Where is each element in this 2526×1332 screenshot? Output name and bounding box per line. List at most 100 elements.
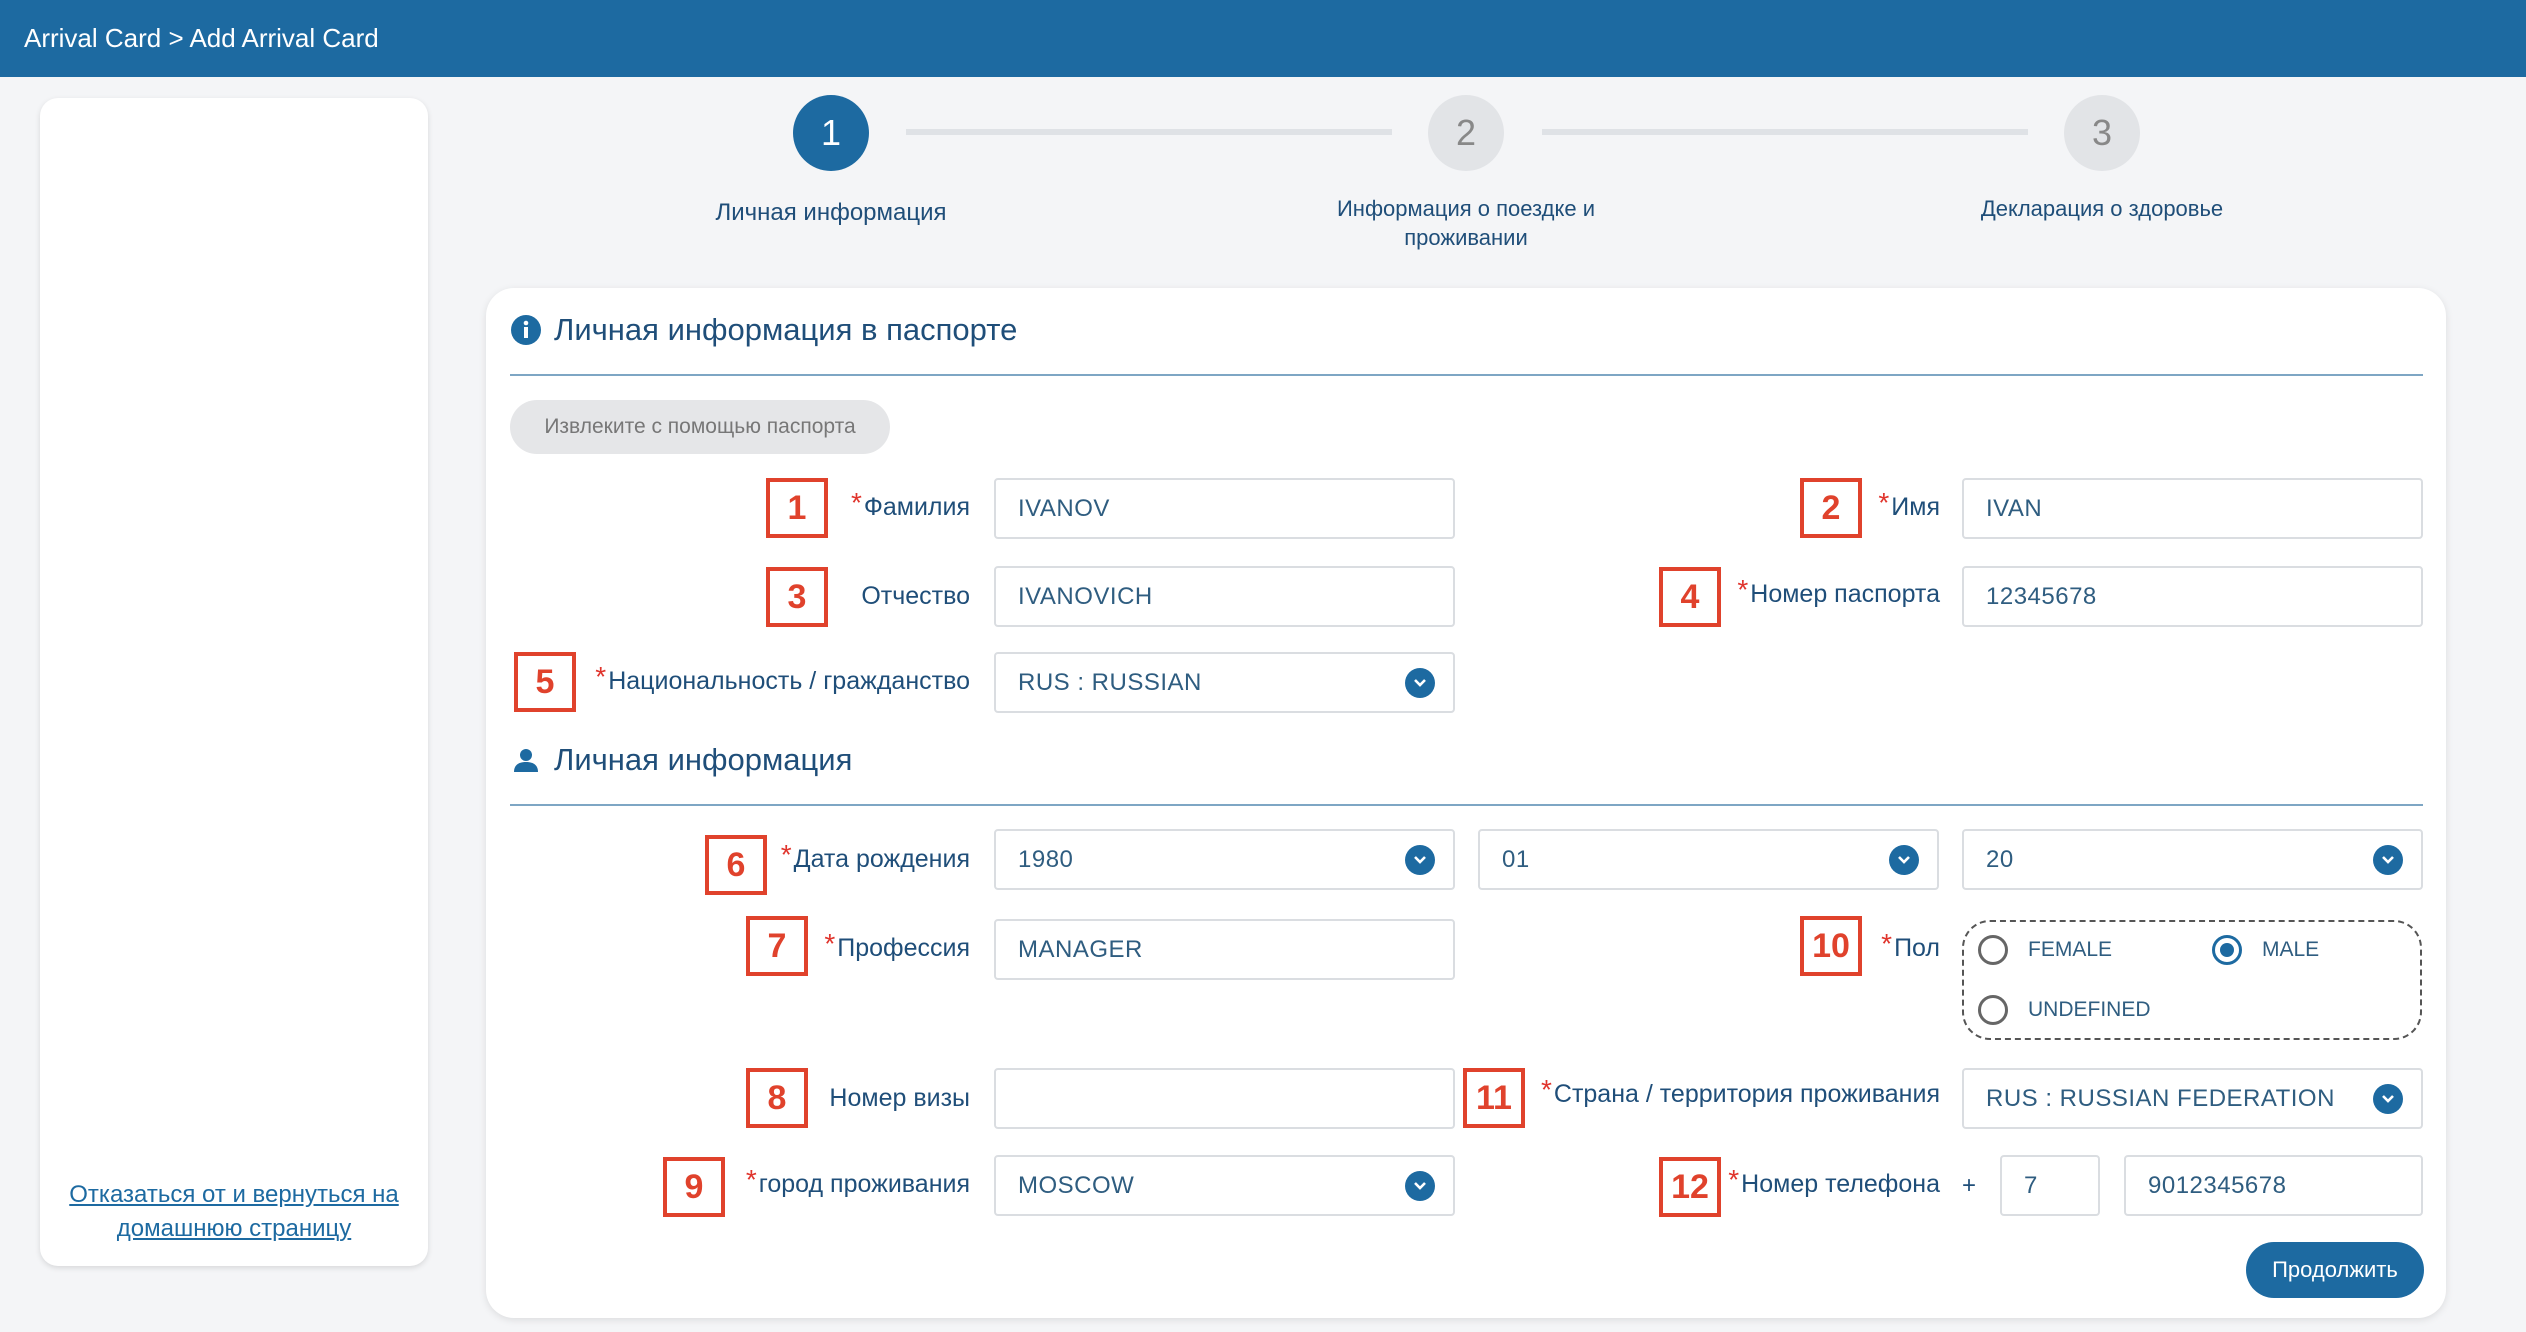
gender-option-female[interactable]: FEMALE <box>1978 935 2112 965</box>
annotation-badge-7: 7 <box>746 916 808 976</box>
required-asterisk: * <box>745 1164 757 1195</box>
residence-country-label: *Страна / территория проживания <box>1541 1074 1940 1112</box>
phone-country-code-input[interactable]: 7 <box>2000 1155 2100 1216</box>
gender-option-male-label: MALE <box>2262 938 2320 961</box>
sidebar: Отказаться от и вернуться на домашнюю ст… <box>40 98 428 1266</box>
continue-button[interactable]: Продолжить <box>2246 1242 2424 1298</box>
nationality-select[interactable]: RUS : RUSSIAN <box>994 652 1455 713</box>
annotation-badge-4: 4 <box>1659 567 1721 627</box>
step-connector-2 <box>1542 129 2028 135</box>
name-label: *Имя <box>1878 487 1940 525</box>
chevron-down-icon[interactable] <box>1889 844 1919 875</box>
personal-section-title-text: Личная информация <box>554 742 853 777</box>
radio-unselected-icon[interactable] <box>1978 935 2008 965</box>
passport-number-label-text: Номер паспорта <box>1750 580 1940 608</box>
step-3-label: Декларация о здоровье <box>1980 196 2224 221</box>
city-label: *город проживания <box>746 1164 970 1202</box>
gender-option-undefined-label: UNDEFINED <box>2028 998 2151 1021</box>
residence-country-value: RUS : RUSSIAN FEDERATION <box>1986 1084 2335 1112</box>
birth-year-value: 1980 <box>1018 845 1074 873</box>
gender-option-undefined[interactable]: UNDEFINED <box>1978 995 2151 1025</box>
chevron-down-icon[interactable] <box>1405 1170 1435 1201</box>
step-2-label: Информация о поездке и проживании <box>1336 196 1595 250</box>
radio-unselected-icon[interactable] <box>1978 995 2008 1025</box>
surname-label-text: Фамилия <box>863 493 970 521</box>
gender-option-male[interactable]: MALE <box>2212 935 2319 965</box>
extract-passport-button[interactable]: Извлеките с помощью паспорта <box>510 400 890 454</box>
section-divider <box>510 374 2423 376</box>
city-selected-value: MOSCOW <box>1018 1171 1135 1199</box>
cancel-return-home-link[interactable]: Отказаться от и вернуться на домашнюю ст… <box>40 1178 428 1246</box>
profession-label-text: Профессия <box>837 934 970 962</box>
nationality-label: *Национальность / гражданство <box>595 661 970 699</box>
chevron-down-icon[interactable] <box>2373 1083 2403 1114</box>
visa-number-input[interactable] <box>994 1068 1455 1129</box>
annotation-badge-1: 1 <box>766 478 828 538</box>
person-icon <box>514 749 538 772</box>
step-2-circle: 2 <box>1428 95 1504 171</box>
annotation-badge-6: 6 <box>705 835 767 895</box>
passport-section-title-text: Личная информация в паспорте <box>554 312 1018 347</box>
birth-year-select[interactable]: 1980 <box>994 829 1455 890</box>
annotation-badge-8: 8 <box>746 1068 808 1128</box>
passport-number-input[interactable]: 12345678 <box>1962 566 2423 627</box>
name-input[interactable]: IVAN <box>1962 478 2423 539</box>
visa-number-label: Номер визы <box>829 1084 970 1112</box>
profession-input[interactable]: MANAGER <box>994 919 1455 980</box>
nationality-selected-value: RUS : RUSSIAN <box>1018 668 1202 696</box>
birth-month-select[interactable]: 01 <box>1478 829 1939 890</box>
info-circle-icon <box>511 315 541 345</box>
patronymic-input[interactable]: IVANOVICH <box>994 566 1455 627</box>
birth-date-label-text: Дата рождения <box>793 845 970 873</box>
annotation-badge-12: 12 <box>1659 1157 1721 1217</box>
profession-label: *Профессия <box>824 928 970 966</box>
birth-date-label: *Дата рождения <box>781 839 970 877</box>
top-bar: Arrival Card > Add Arrival Card <box>0 0 2526 77</box>
required-asterisk: * <box>1728 1164 1740 1195</box>
phone-number-input[interactable]: 9012345678 <box>2124 1155 2423 1216</box>
birth-day-value: 20 <box>1986 845 2014 873</box>
chevron-down-icon[interactable] <box>1405 667 1435 698</box>
annotation-badge-5: 5 <box>514 652 576 712</box>
birth-month-value: 01 <box>1502 845 1530 873</box>
required-asterisk: * <box>850 487 862 518</box>
residence-country-select[interactable]: RUS : RUSSIAN FEDERATION <box>1962 1068 2423 1129</box>
phone-label-text: Номер телефона <box>1741 1170 1940 1198</box>
name-label-text: Имя <box>1891 493 1940 521</box>
annotation-badge-2: 2 <box>1800 478 1862 538</box>
patronymic-label: Отчество <box>861 582 970 610</box>
step-3-circle: 3 <box>2064 95 2140 171</box>
step-connector-1 <box>906 129 1392 135</box>
required-asterisk: * <box>1881 928 1893 959</box>
passport-section-title: Личная информация в паспорте <box>510 312 1017 348</box>
surname-input[interactable]: IVANOV <box>994 478 1455 539</box>
gender-option-female-label: FEMALE <box>2028 938 2113 961</box>
required-asterisk: * <box>1737 574 1749 605</box>
birth-day-select[interactable]: 20 <box>1962 829 2423 890</box>
required-asterisk: * <box>824 928 836 959</box>
chevron-down-icon[interactable] <box>2373 844 2403 875</box>
nationality-label-text: Национальность / гражданство <box>608 667 970 695</box>
required-asterisk: * <box>1540 1074 1552 1105</box>
chevron-down-icon[interactable] <box>1405 844 1435 875</box>
gender-label: *Пол <box>1881 928 1940 966</box>
annotation-badge-10: 10 <box>1800 916 1862 976</box>
annotation-badge-3: 3 <box>766 567 828 627</box>
step-1-label: Личная информация <box>715 199 947 226</box>
city-label-text: город проживания <box>758 1170 970 1198</box>
required-asterisk: * <box>595 661 607 692</box>
radio-selected-icon[interactable] <box>2212 935 2242 965</box>
passport-number-label: *Номер паспорта <box>1737 574 1940 612</box>
required-asterisk: * <box>780 839 792 870</box>
breadcrumb: Arrival Card > Add Arrival Card <box>24 23 379 53</box>
residence-country-label-text: Страна / территория проживания <box>1553 1080 1940 1108</box>
annotation-badge-11: 11 <box>1463 1068 1525 1128</box>
phone-prefix: + <box>1962 1172 1977 1199</box>
surname-label: *Фамилия <box>851 487 970 525</box>
personal-section-title: Личная информация <box>512 742 852 778</box>
gender-label-text: Пол <box>1894 934 1940 962</box>
city-select[interactable]: MOSCOW <box>994 1155 1455 1216</box>
annotation-badge-9: 9 <box>663 1157 725 1217</box>
step-1-circle: 1 <box>793 95 869 171</box>
phone-label: *Номер телефона <box>1728 1164 1940 1202</box>
